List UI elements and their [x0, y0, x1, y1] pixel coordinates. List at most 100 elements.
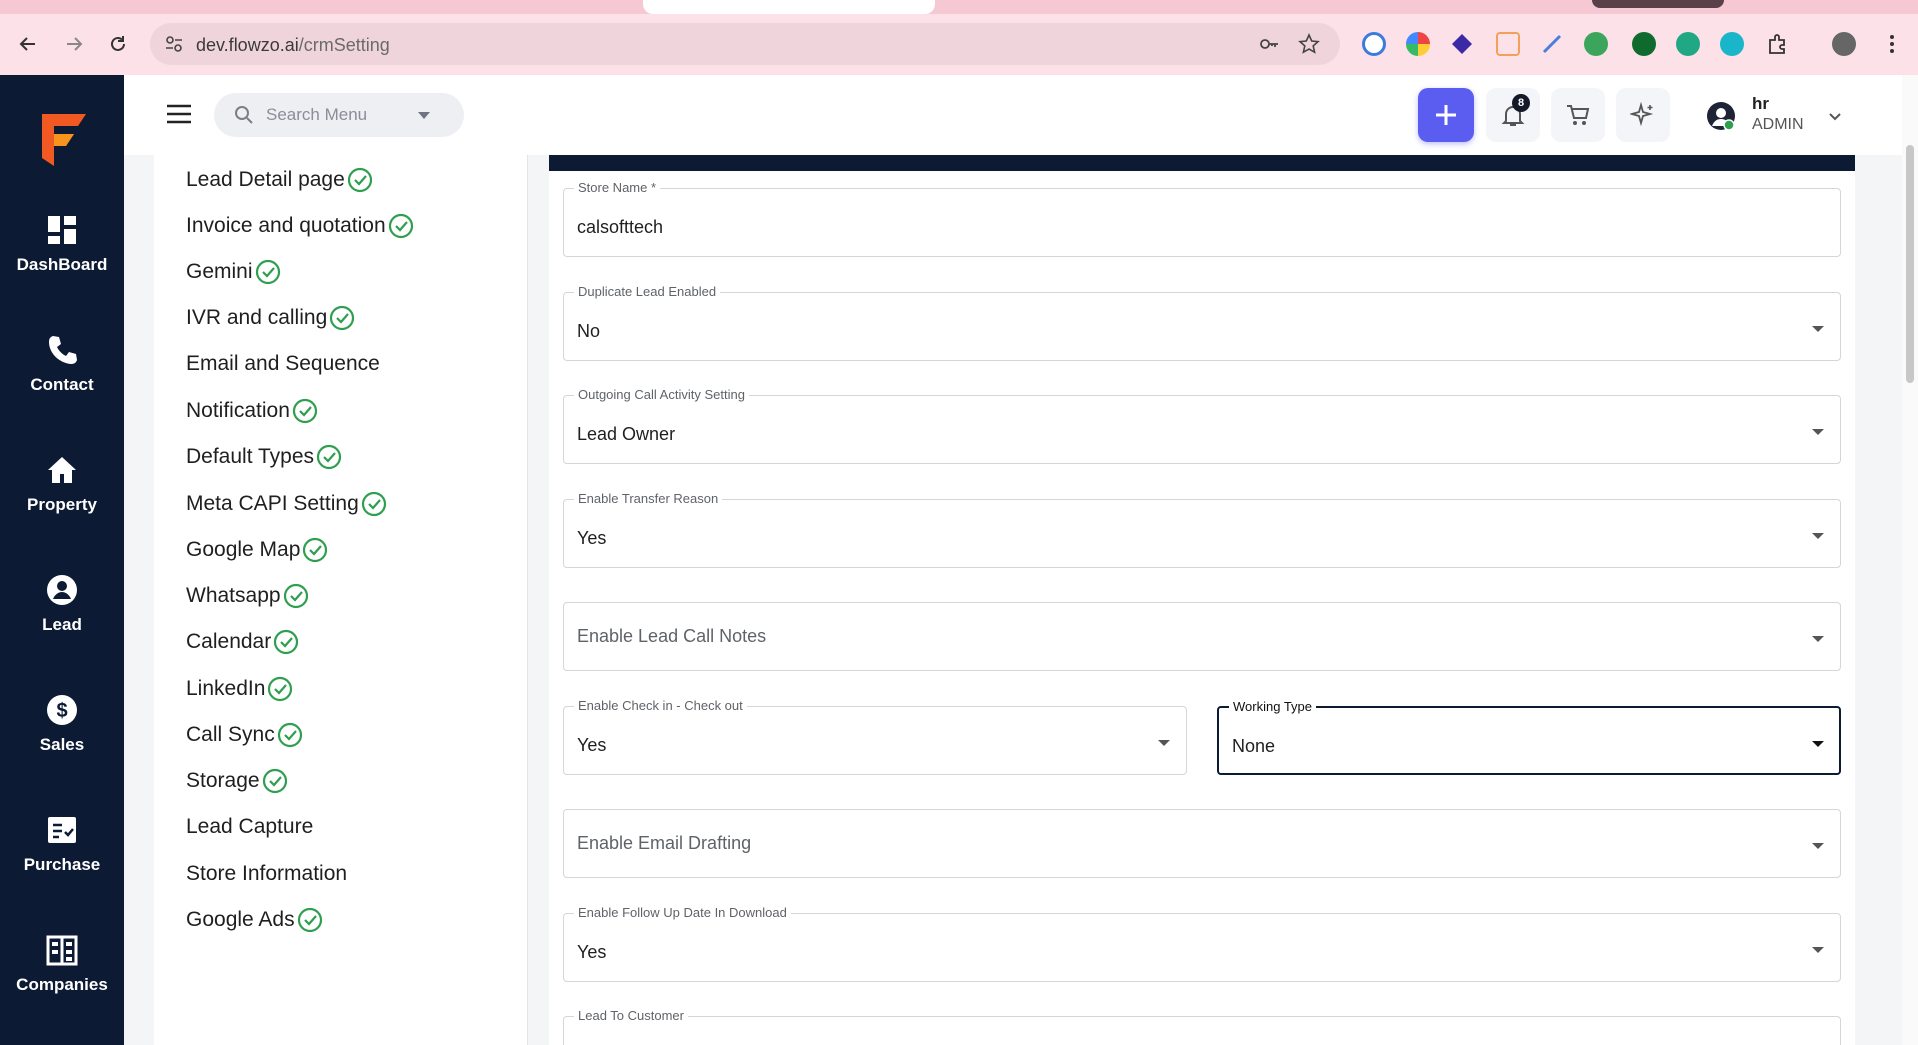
settings-item-google-ads[interactable]: Google Ads	[186, 905, 323, 935]
add-button[interactable]	[1418, 88, 1474, 142]
browser-menu-icon[interactable]	[1880, 32, 1904, 56]
nav-companies[interactable]: Companies	[0, 933, 124, 1023]
settings-menu: Lead Detail page Invoice and quotation G…	[154, 155, 528, 1045]
check-circle-icon	[268, 676, 293, 702]
user-avatar[interactable]	[1706, 101, 1736, 131]
nav-dashboard[interactable]: DashBoard	[0, 213, 124, 303]
svg-text:$: $	[56, 700, 67, 722]
lead-to-customer-select[interactable]: Lead To Customer	[563, 1008, 1841, 1045]
dropdown-arrow-icon	[1812, 947, 1824, 953]
check-circle-icon	[277, 722, 302, 748]
notification-badge: 8	[1512, 94, 1530, 112]
dropdown-arrow-icon	[1158, 740, 1170, 746]
nav-purchase[interactable]: Purchase	[0, 813, 124, 903]
scrollbar-thumb[interactable]	[1906, 145, 1914, 383]
duplicate-lead-select[interactable]: Duplicate Lead Enabled No	[563, 284, 1841, 361]
email-drafting-select[interactable]: Enable Email Drafting	[563, 809, 1841, 878]
settings-item-storage[interactable]: Storage	[186, 766, 288, 796]
check-circle-icon	[292, 398, 317, 424]
settings-item-linkedin[interactable]: LinkedIn	[186, 674, 293, 704]
profile-avatar[interactable]	[1832, 32, 1856, 56]
key-icon[interactable]	[1258, 33, 1280, 55]
dropdown-arrow-icon	[1812, 429, 1824, 435]
dropdown-arrow-icon	[1812, 741, 1824, 747]
check-in-out-select[interactable]: Enable Check in - Check out Yes	[563, 698, 1187, 775]
check-circle-icon	[303, 537, 328, 563]
check-circle-icon	[388, 213, 413, 239]
settings-item-lead-capture[interactable]: Lead Capture	[186, 812, 313, 842]
nav-sales[interactable]: $ Sales	[0, 693, 124, 783]
user-name[interactable]: hr	[1752, 94, 1769, 114]
settings-item-whatsapp[interactable]: Whatsapp	[186, 581, 309, 611]
plus-icon	[1436, 105, 1456, 125]
reload-icon[interactable]	[106, 32, 130, 56]
chevron-down-icon[interactable]	[1827, 108, 1843, 124]
follow-up-date-select[interactable]: Enable Follow Up Date In Download Yes	[563, 905, 1841, 982]
tab-group-pill[interactable]	[1592, 0, 1724, 8]
extension-icon-9[interactable]	[1720, 32, 1744, 56]
home-icon	[48, 457, 76, 483]
notifications-button[interactable]: 8	[1486, 88, 1540, 142]
settings-item-default-types[interactable]: Default Types	[186, 442, 342, 472]
ai-sparkle-button[interactable]	[1616, 88, 1670, 142]
settings-item-ivr-and-calling[interactable]: IVR and calling	[186, 303, 355, 333]
check-circle-icon	[347, 167, 372, 193]
dashboard-icon	[48, 216, 76, 244]
check-circle-icon	[262, 768, 287, 794]
outgoing-call-setting-select[interactable]: Outgoing Call Activity Setting Lead Owne…	[563, 387, 1841, 464]
nav-contact[interactable]: Contact	[0, 333, 124, 423]
settings-item-call-sync[interactable]: Call Sync	[186, 720, 303, 750]
store-name-field[interactable]: Store Name * calsofttech	[563, 180, 1841, 257]
check-circle-icon	[330, 305, 355, 331]
app-header: Search Menu 8 hr ADMIN	[124, 75, 1902, 155]
app-sidebar: DashBoard Contact Property Lead $ Sales …	[0, 75, 124, 1045]
settings-item-invoice-and-quotation[interactable]: Invoice and quotation	[186, 211, 414, 241]
extension-icon-6[interactable]	[1584, 32, 1608, 56]
user-role: ADMIN	[1752, 116, 1804, 133]
extension-icon-1[interactable]	[1362, 32, 1386, 56]
dropdown-arrow-icon	[1812, 533, 1824, 539]
active-tab[interactable]	[643, 0, 935, 14]
extension-icon-4[interactable]	[1496, 32, 1520, 56]
hamburger-menu-icon[interactable]	[166, 103, 192, 125]
check-circle-icon	[255, 259, 280, 285]
settings-item-google-map[interactable]: Google Map	[186, 535, 328, 565]
settings-item-meta-capi-setting[interactable]: Meta CAPI Setting	[186, 489, 387, 519]
flowzo-logo[interactable]	[36, 110, 90, 170]
cart-icon	[1567, 105, 1590, 125]
site-settings-icon[interactable]	[164, 34, 184, 54]
lead-call-notes-select[interactable]: Enable Lead Call Notes	[563, 602, 1841, 671]
search-menu-input[interactable]: Search Menu	[214, 93, 464, 137]
transfer-reason-select[interactable]: Enable Transfer Reason Yes	[563, 491, 1841, 568]
settings-item-email-and-sequence[interactable]: Email and Sequence	[186, 349, 380, 379]
browser-toolbar: dev.flowzo.ai/crmSetting	[0, 14, 1918, 75]
extension-icon-7[interactable]	[1632, 32, 1656, 56]
dollar-icon: $	[47, 695, 77, 725]
sparkle-icon	[1630, 102, 1654, 127]
settings-item-lead-detail-page[interactable]: Lead Detail page	[186, 165, 373, 195]
check-circle-icon	[283, 583, 308, 609]
dropdown-arrow-icon	[1812, 636, 1824, 642]
settings-item-store-information[interactable]: Store Information	[186, 859, 347, 889]
settings-item-calendar[interactable]: Calendar	[186, 627, 299, 657]
address-bar[interactable]: dev.flowzo.ai/crmSetting	[150, 23, 1340, 65]
chevron-down-icon[interactable]	[418, 112, 430, 119]
check-circle-icon	[361, 491, 386, 517]
bookmark-star-icon[interactable]	[1298, 33, 1320, 55]
nav-lead[interactable]: Lead	[0, 573, 124, 663]
cart-button[interactable]	[1551, 88, 1605, 142]
dropdown-arrow-icon	[1812, 326, 1824, 332]
settings-item-notification[interactable]: Notification	[186, 396, 318, 426]
page-scrollbar[interactable]	[1902, 75, 1918, 1045]
extension-icon-2[interactable]	[1406, 32, 1430, 56]
extension-icon-3[interactable]	[1450, 32, 1474, 56]
working-type-select[interactable]: Working Type None	[1217, 699, 1841, 775]
back-icon[interactable]	[16, 32, 40, 56]
settings-item-gemini[interactable]: Gemini	[186, 257, 281, 287]
url-text[interactable]: dev.flowzo.ai/crmSetting	[196, 35, 390, 56]
extension-icon-5[interactable]	[1540, 32, 1564, 56]
extensions-puzzle-icon[interactable]	[1766, 32, 1790, 56]
nav-property[interactable]: Property	[0, 453, 124, 543]
extension-icon-8[interactable]	[1676, 32, 1700, 56]
forward-icon[interactable]	[62, 32, 86, 56]
